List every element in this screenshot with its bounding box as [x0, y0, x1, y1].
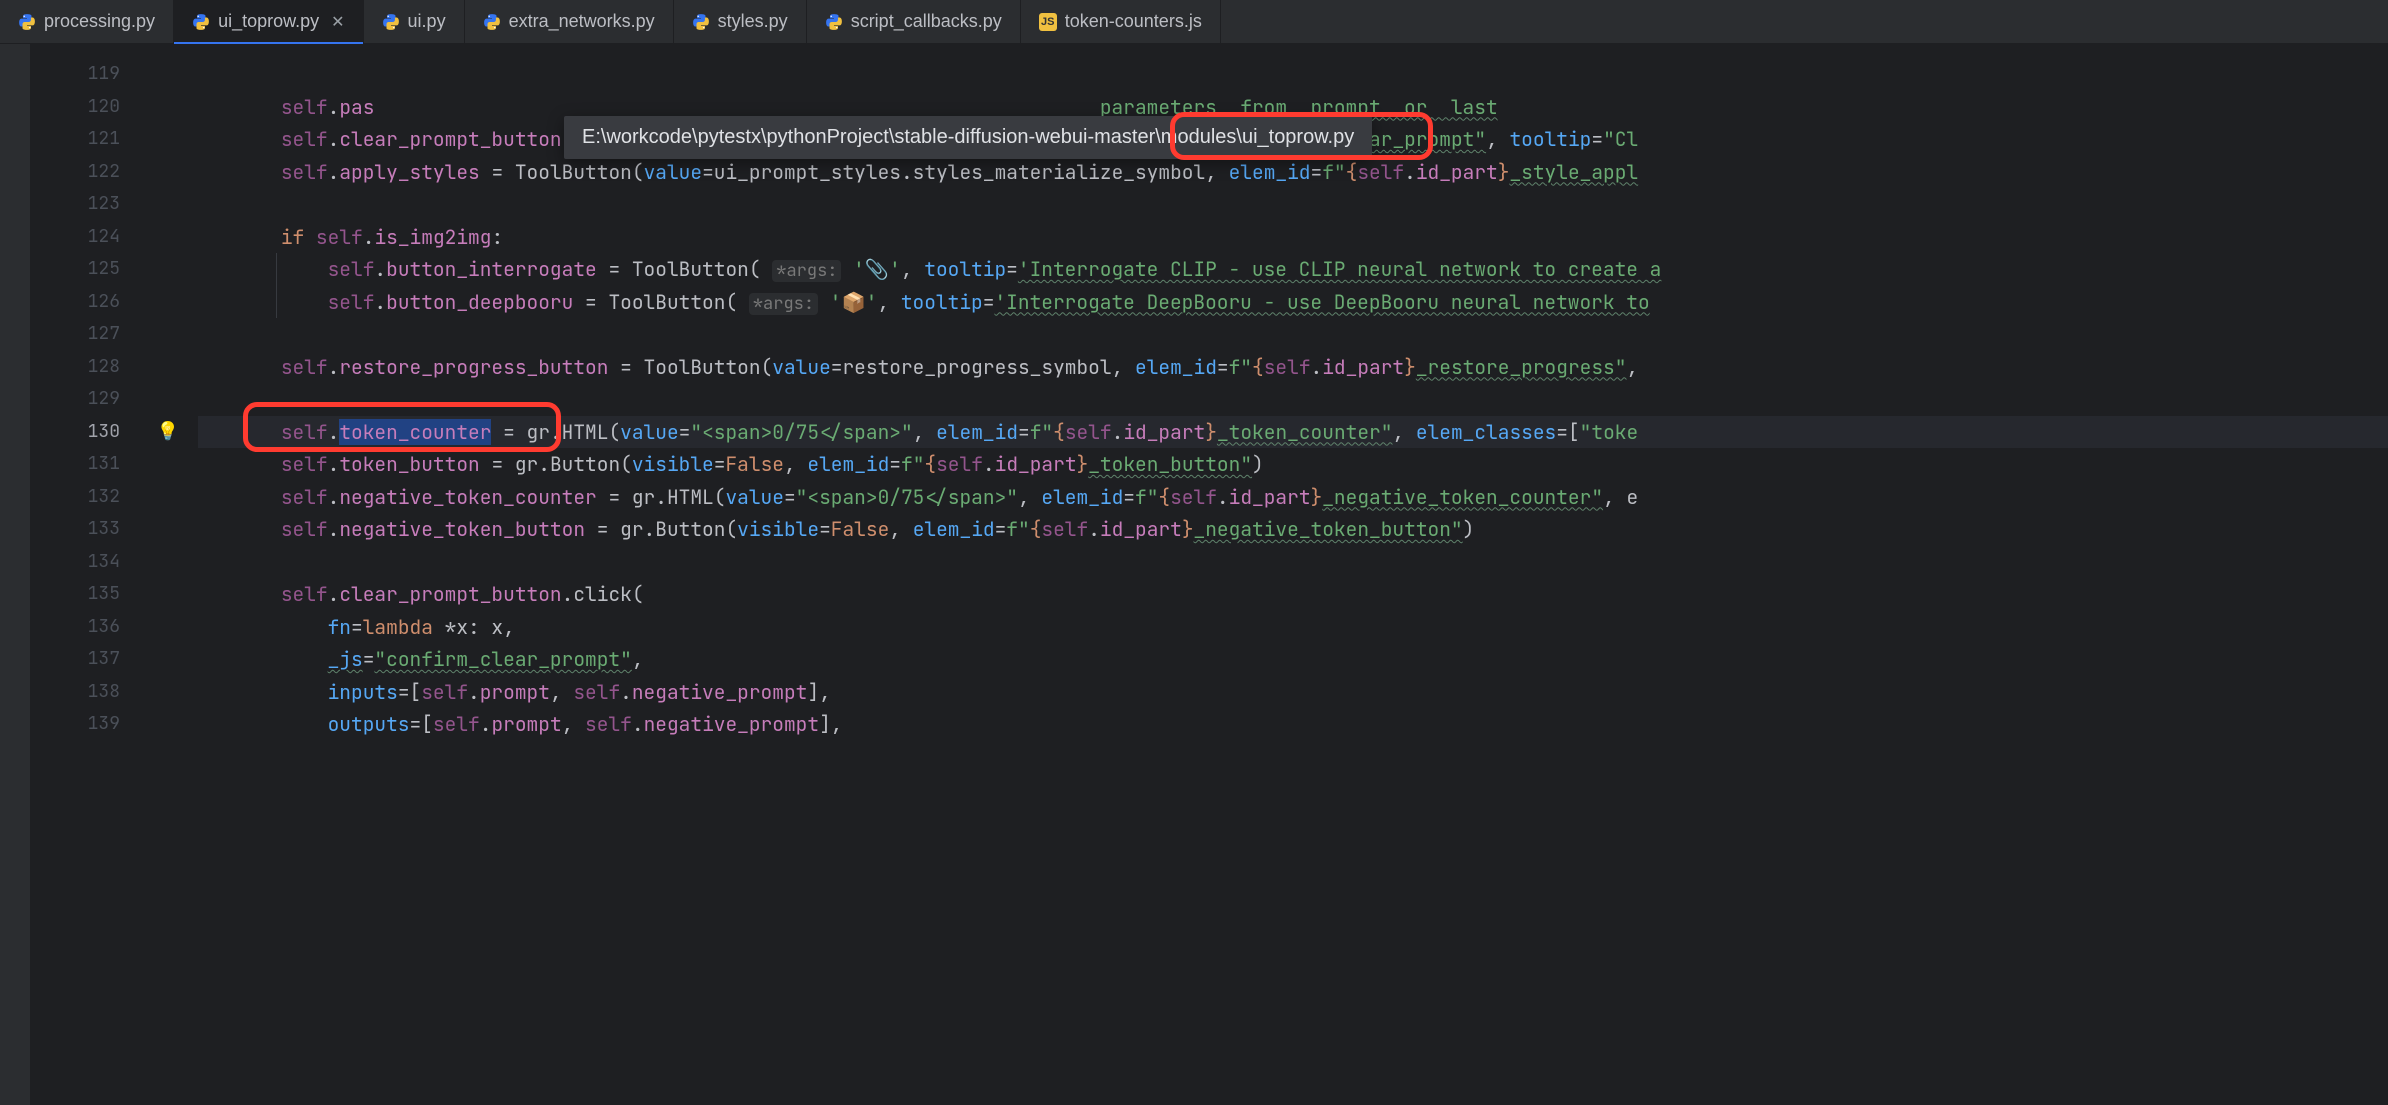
tab-ui[interactable]: ui.py — [364, 0, 465, 44]
intention-bulb-icon[interactable]: 💡 — [157, 420, 179, 443]
tab-label: script_callbacks.py — [851, 11, 1002, 32]
tab-script-callbacks[interactable]: script_callbacks.py — [807, 0, 1021, 44]
js-icon: JS — [1039, 13, 1057, 31]
editor-tab-bar: processing.py ui_toprow.py ✕ ui.py extra… — [0, 0, 2388, 44]
left-strip — [0, 44, 30, 1105]
tab-label: token-counters.js — [1065, 11, 1202, 32]
tab-ui-toprow[interactable]: ui_toprow.py ✕ — [174, 0, 363, 44]
tab-token-counters[interactable]: JS token-counters.js — [1021, 0, 1221, 44]
line-number-gutter: 1191201211221231241251261271281291301311… — [30, 44, 138, 1105]
file-path-tooltip: E:\workcode\pytestx\pythonProject\stable… — [564, 116, 1372, 159]
python-icon — [192, 13, 210, 31]
python-icon — [18, 13, 36, 31]
tab-label: ui_toprow.py — [218, 11, 319, 32]
gutter-icons: 💡 — [138, 44, 198, 1105]
tab-processing[interactable]: processing.py — [0, 0, 174, 44]
close-icon[interactable]: ✕ — [331, 12, 344, 32]
code-area[interactable]: self.pasxxxxxxxxxxxxxxxxxxxxxxxxxxxxxxxx… — [198, 44, 2388, 1105]
tab-label: ui.py — [408, 11, 446, 32]
tab-label: extra_networks.py — [509, 11, 655, 32]
python-icon — [483, 13, 501, 31]
tab-label: processing.py — [44, 11, 155, 32]
python-icon — [825, 13, 843, 31]
tab-styles[interactable]: styles.py — [674, 0, 807, 44]
tab-extra-networks[interactable]: extra_networks.py — [465, 0, 674, 44]
tab-label: styles.py — [718, 11, 788, 32]
python-icon — [382, 13, 400, 31]
code-editor[interactable]: 1191201211221231241251261271281291301311… — [0, 44, 2388, 1105]
python-icon — [692, 13, 710, 31]
